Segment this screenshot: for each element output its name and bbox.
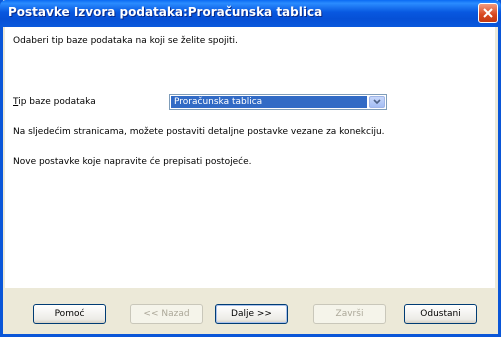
intro-text: Odaberi tip baze podataka na koji se žel… [13, 36, 238, 46]
info-text-connection: Na sljedećim stranicama, možete postavit… [13, 127, 385, 137]
close-icon [483, 8, 493, 18]
db-type-label-rest: ip baze podataka [18, 97, 96, 107]
close-button[interactable] [478, 3, 498, 23]
cancel-button[interactable]: Odustani [404, 304, 477, 324]
chevron-down-icon [373, 99, 381, 105]
content-panel: Odaberi tip baze podataka na koji se žel… [5, 27, 495, 288]
next-button[interactable]: Dalje >> [215, 304, 288, 324]
finish-button[interactable]: Završi [313, 304, 386, 324]
title-bar[interactable]: Postavke Izvora podataka:Proračunska tab… [0, 0, 501, 27]
help-button[interactable]: Pomoć [33, 304, 106, 324]
db-type-select[interactable]: Proračunska tablica [169, 94, 387, 110]
info-text-overwrite: Nove postavke koje napravite će prepisat… [13, 157, 252, 167]
db-type-label: Tip baze podataka [13, 97, 96, 107]
dialog-window: Postavke Izvora podataka:Proračunska tab… [0, 0, 501, 337]
back-button[interactable]: << Nazad [130, 304, 203, 324]
dropdown-button[interactable] [369, 96, 385, 108]
window-title: Postavke Izvora podataka:Proračunska tab… [8, 5, 323, 19]
db-type-selected-value: Proračunska tablica [171, 96, 367, 108]
